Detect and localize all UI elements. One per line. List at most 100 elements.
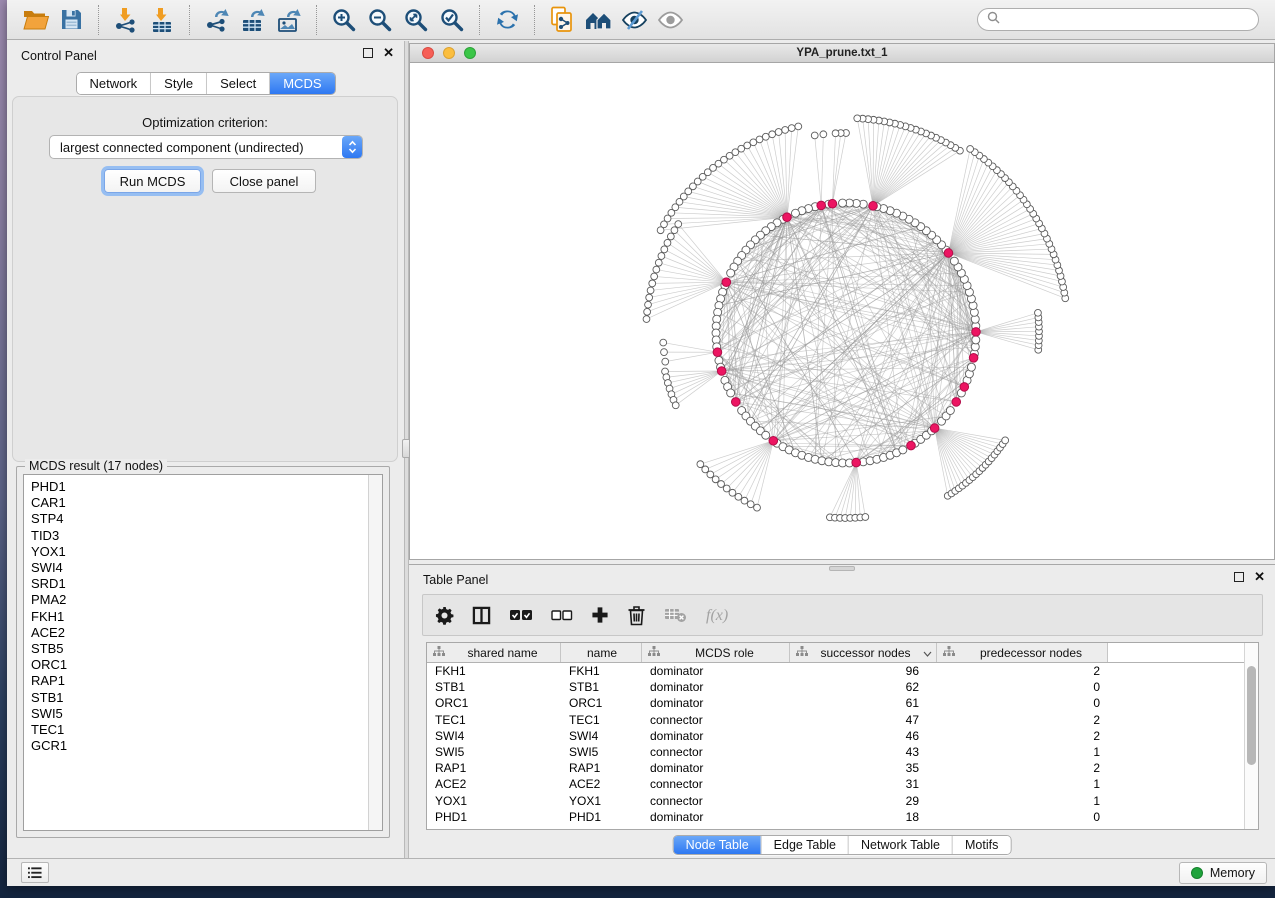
tab-select[interactable]: Select (206, 73, 269, 94)
memory-button[interactable]: Memory (1179, 862, 1267, 884)
close-panel-icon[interactable]: ✕ (383, 48, 394, 58)
mcds-result-item[interactable]: SRD1 (31, 576, 362, 592)
table-row[interactable]: ACE2ACE2connector311 (427, 776, 1244, 792)
first-neighbors-icon[interactable] (580, 4, 616, 36)
column-header-name[interactable]: name (561, 643, 642, 662)
export-table-icon[interactable] (235, 4, 271, 36)
table-tab-node-table[interactable]: Node Table (674, 836, 761, 854)
table-row[interactable]: SWI5SWI5connector431 (427, 744, 1244, 760)
table-row[interactable]: FKH1FKH1dominator962 (427, 663, 1244, 679)
cell: dominator (642, 810, 790, 824)
close-panel-button[interactable]: Close panel (212, 169, 316, 193)
tab-mcds[interactable]: MCDS (269, 73, 334, 94)
search-box[interactable] (977, 8, 1259, 31)
cell: 35 (790, 761, 937, 775)
column-header-successor-nodes[interactable]: successor nodes (790, 643, 937, 662)
table-tab-motifs[interactable]: Motifs (952, 836, 1010, 854)
delete-columns-icon[interactable] (627, 605, 646, 626)
show-all-icon[interactable] (652, 4, 688, 36)
mcds-result-item[interactable]: ACE2 (31, 625, 362, 641)
cell: TEC1 (427, 713, 561, 727)
refresh-icon[interactable] (489, 4, 525, 36)
table-row[interactable]: RAP1RAP1dominator352 (427, 760, 1244, 776)
column-header-shared-name[interactable]: shared name (427, 643, 561, 662)
network-window-titlebar: YPA_prune.txt_1 (410, 44, 1274, 63)
table-options-icon[interactable] (435, 606, 454, 625)
cell: ACE2 (561, 777, 642, 791)
mcds-result-item[interactable]: STB1 (31, 690, 362, 706)
zoom-in-icon[interactable] (326, 4, 362, 36)
mcds-result-item[interactable]: STB5 (31, 641, 362, 657)
cell: dominator (642, 696, 790, 710)
mcds-result-item[interactable]: GCR1 (31, 738, 362, 754)
cell: 62 (790, 680, 937, 694)
deselect-all-icon[interactable] (551, 609, 573, 622)
control-panel-tabs: NetworkStyleSelectMCDS (75, 72, 335, 95)
mcds-list-scrollbar[interactable] (368, 475, 382, 830)
export-image-icon[interactable] (271, 4, 307, 36)
cell: 1 (937, 777, 1108, 791)
search-input[interactable] (1005, 12, 1249, 28)
table-toolbar: f(x) (422, 594, 1263, 636)
cell: SWI5 (561, 745, 642, 759)
task-history-button[interactable] (21, 862, 49, 883)
cell: dominator (642, 680, 790, 694)
table-panel-resize-handle[interactable] (829, 566, 855, 571)
mcds-result-item[interactable]: SWI4 (31, 560, 362, 576)
table-tab-network-table[interactable]: Network Table (848, 836, 952, 854)
network-view-window: YPA_prune.txt_1 (409, 43, 1275, 560)
import-table-icon[interactable] (144, 4, 180, 36)
zoom-selected-icon[interactable] (434, 4, 470, 36)
cell: ORC1 (561, 696, 642, 710)
table-scrollbar-thumb[interactable] (1247, 666, 1256, 765)
cell: connector (642, 777, 790, 791)
save-session-icon[interactable] (53, 4, 89, 36)
cell: 96 (790, 664, 937, 678)
mcds-result-item[interactable]: SWI5 (31, 706, 362, 722)
network-canvas[interactable] (410, 63, 1274, 559)
close-table-panel-icon[interactable]: ✕ (1254, 572, 1265, 582)
table-tab-edge-table[interactable]: Edge Table (761, 836, 848, 854)
table-row[interactable]: TEC1TEC1connector472 (427, 712, 1244, 728)
tab-style[interactable]: Style (150, 73, 206, 94)
mcds-result-item[interactable]: PHD1 (31, 479, 362, 495)
select-all-icon[interactable] (509, 608, 533, 622)
table-row[interactable]: YOX1YOX1connector291 (427, 793, 1244, 809)
hide-selected-icon[interactable] (616, 4, 652, 36)
show-columns-icon[interactable] (472, 606, 491, 625)
mcds-result-item[interactable]: ORC1 (31, 657, 362, 673)
add-column-icon[interactable] (591, 606, 609, 624)
table-row[interactable]: SWI4SWI4dominator462 (427, 728, 1244, 744)
zoom-fit-icon[interactable] (398, 4, 434, 36)
tab-network[interactable]: Network (76, 73, 150, 94)
run-mcds-button[interactable]: Run MCDS (104, 169, 201, 193)
mcds-result-item[interactable]: RAP1 (31, 673, 362, 689)
mcds-result-item[interactable]: TID3 (31, 528, 362, 544)
zoom-out-icon[interactable] (362, 4, 398, 36)
optimization-select[interactable]: largest connected component (undirected) (49, 135, 363, 159)
import-network-icon[interactable] (108, 4, 144, 36)
cell: 46 (790, 729, 937, 743)
export-network-icon[interactable] (199, 4, 235, 36)
mcds-result-item[interactable]: FKH1 (31, 609, 362, 625)
mcds-result-item[interactable]: YOX1 (31, 544, 362, 560)
new-network-from-selection-icon[interactable] (544, 4, 580, 36)
mcds-result-item[interactable]: STP4 (31, 511, 362, 527)
float-window-icon[interactable] (363, 48, 373, 58)
table-scrollbar[interactable] (1244, 643, 1258, 829)
float-table-panel-icon[interactable] (1234, 572, 1244, 582)
cell: YOX1 (427, 794, 561, 808)
table-row[interactable]: PHD1PHD1dominator180 (427, 809, 1244, 825)
open-session-icon[interactable] (17, 4, 53, 36)
toolbar-separator (98, 5, 99, 35)
table-row[interactable]: STB1STB1dominator620 (427, 679, 1244, 695)
mcds-result-item[interactable]: PMA2 (31, 592, 362, 608)
cell: 2 (937, 761, 1108, 775)
column-header-predecessor-nodes[interactable]: predecessor nodes (937, 643, 1108, 662)
mcds-result-item[interactable]: CAR1 (31, 495, 362, 511)
cell: 2 (937, 664, 1108, 678)
column-header-MCDS-role[interactable]: MCDS role (642, 643, 790, 662)
table-row[interactable]: ORC1ORC1dominator610 (427, 695, 1244, 711)
cell: connector (642, 794, 790, 808)
mcds-result-item[interactable]: TEC1 (31, 722, 362, 738)
